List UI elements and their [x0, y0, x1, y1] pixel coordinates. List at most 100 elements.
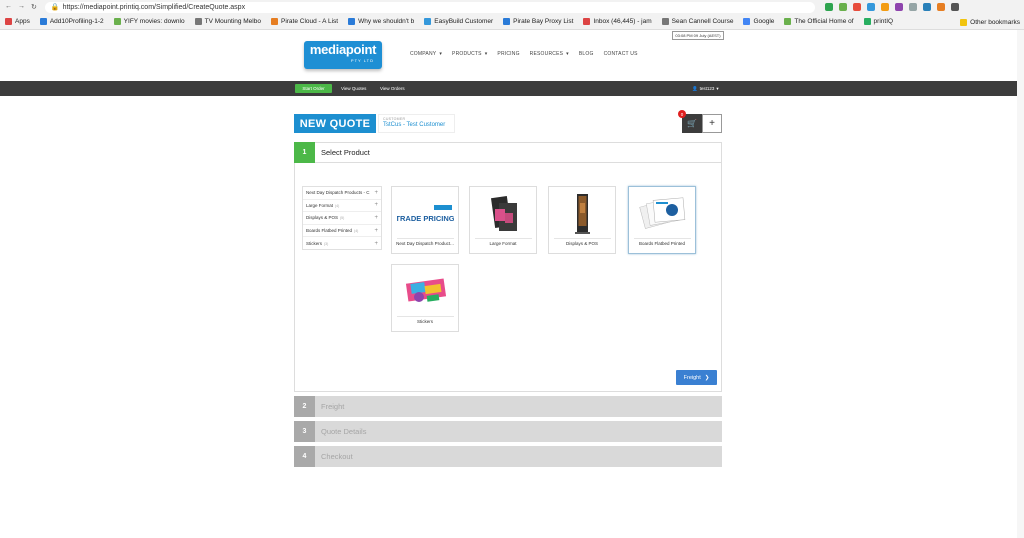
add-button[interactable]: + [702, 114, 722, 133]
bookmark-label: The Official Home of [794, 18, 854, 25]
category-item[interactable]: Boards Flatbed Printed (4) + [303, 225, 381, 238]
user-menu[interactable]: 👤 test123 ▾ [692, 84, 719, 93]
bookmark[interactable]: YIFY movies: downlo [109, 18, 190, 25]
step-number: 4 [294, 446, 315, 467]
product-thumbnail [397, 269, 454, 315]
page-scrollbar[interactable] [1017, 30, 1024, 538]
step-checkout[interactable]: 4 Checkout [294, 446, 722, 467]
plus-icon[interactable]: + [374, 241, 378, 247]
address-bar[interactable]: 🔒 https://mediapoint.printiq.com/Simplif… [44, 1, 815, 13]
bookmark-label: Pirate Bay Proxy List [513, 18, 574, 25]
reload-icon[interactable]: ↻ [31, 3, 37, 11]
step-number: 2 [294, 396, 315, 417]
apps-icon [5, 18, 12, 25]
step-quote-details[interactable]: 3 Quote Details [294, 421, 722, 442]
bookmark[interactable]: TV Mounting Melbo [190, 18, 266, 25]
start-order-button[interactable]: Start Order [295, 84, 332, 93]
product-card-displays-pos[interactable]: Displays & POS [548, 186, 616, 254]
extension-icon[interactable] [824, 3, 833, 11]
username: test123 [699, 86, 715, 91]
bookmark[interactable]: EasyBuild Customer [419, 18, 498, 25]
nav-products[interactable]: PRODUCTS ▾ [452, 51, 487, 57]
nav-blog[interactable]: BLOG [579, 51, 594, 57]
product-label: Large Format [489, 241, 517, 246]
category-item[interactable]: Large Format (4) + [303, 200, 381, 213]
bookmark[interactable]: Google [738, 18, 779, 25]
nav-resources[interactable]: RESOURCES ▾ [530, 51, 569, 57]
bookmark[interactable]: Add10Profiling-1-2 [35, 18, 109, 25]
chevron-down-icon: ▾ [439, 51, 443, 57]
step-freight[interactable]: 2 Freight [294, 396, 722, 417]
product-label: Boards Flatbed Printed [638, 241, 686, 246]
plus-icon[interactable]: + [374, 215, 378, 221]
extension-icon[interactable] [894, 3, 903, 11]
chevron-down-icon: ▾ [484, 51, 488, 57]
bookmark[interactable]: Pirate Bay Proxy List [498, 18, 578, 25]
chevron-right-icon: ❯ [704, 374, 710, 381]
product-card-large-format[interactable]: Large Format [469, 186, 537, 254]
bookmark[interactable]: Why we shouldn't b [343, 18, 419, 25]
freight-next-button[interactable]: Freight ❯ [676, 370, 717, 385]
extension-icon[interactable] [908, 3, 917, 11]
bookmark-label: Google [753, 18, 775, 25]
nav-pricing[interactable]: PRICING [497, 51, 519, 57]
cart-icon: 🛒 [687, 119, 697, 128]
step-title: Select Product [321, 148, 370, 157]
bookmark[interactable]: Inbox (46,445) - jam [578, 18, 656, 25]
step-title: Checkout [321, 452, 353, 461]
bookmark-icon [863, 18, 871, 25]
menu-icon[interactable] [950, 3, 959, 11]
extension-icon[interactable] [852, 3, 861, 11]
bookmark[interactable]: printIQ [859, 18, 899, 25]
step-number: 3 [294, 421, 315, 442]
bookmark-label: Why we shouldn't b [358, 18, 415, 25]
chevron-down-icon: ▾ [566, 51, 569, 57]
bookmark-icon [503, 18, 511, 25]
step-title: Freight [321, 402, 345, 411]
bookmark-label: Inbox (46,445) - jam [593, 18, 652, 25]
user-icon: 👤 [692, 85, 698, 91]
extension-icon[interactable] [936, 3, 945, 11]
product-card-next-day[interactable]: TRADE PRICING Next Day Dispatch Product.… [391, 186, 459, 254]
nav-company[interactable]: COMPANY ▾ [410, 51, 442, 57]
bookmark[interactable]: Apps [0, 18, 35, 25]
product-card-stickers[interactable]: Stickers [391, 264, 459, 332]
extension-icon[interactable] [880, 3, 889, 11]
plus-icon[interactable]: + [374, 228, 378, 234]
customer-label: CUSTOMER [383, 117, 406, 121]
svg-text:TRADE PRICING: TRADE PRICING [397, 214, 454, 223]
freight-button-label: Freight [683, 374, 701, 381]
category-item[interactable]: Next Day Dispatch Products - C + [303, 187, 381, 200]
other-bookmarks-label: Other bookmarks [970, 18, 1020, 26]
bookmark[interactable]: Pirate Cloud - A List [266, 18, 343, 25]
product-card-boards-flatbed[interactable]: Boards Flatbed Printed [628, 186, 696, 254]
logo-main-text: mediapoint [309, 42, 377, 57]
extension-icon[interactable] [866, 3, 875, 11]
bookmark-label: EasyBuild Customer [434, 18, 494, 25]
category-item[interactable]: Stickers (3) + [303, 237, 381, 250]
plus-icon[interactable]: + [374, 202, 378, 208]
product-thumbnail: TRADE PRICING [397, 191, 454, 237]
cart-button[interactable]: 🛒 [682, 114, 702, 133]
cart-count-badge: 0 [678, 110, 686, 118]
view-quotes-link[interactable]: View Quotes [341, 84, 366, 93]
nav-contact[interactable]: CONTACT US [604, 51, 638, 57]
bookmark[interactable]: Sean Cannell Course [657, 18, 739, 25]
view-orders-link[interactable]: View Orders [380, 84, 405, 93]
bookmark[interactable]: The Official Home of [779, 18, 858, 25]
bookmark-label: Add10Profiling-1-2 [49, 18, 104, 25]
plus-icon[interactable]: + [374, 190, 378, 196]
site-logo[interactable]: mediapoint PTY LTD [304, 41, 382, 69]
category-item[interactable]: Displays & POS (5) + [303, 212, 381, 225]
customer-box[interactable]: CUSTOMER TstCus - Test Customer [378, 114, 455, 133]
bookmark-icon [784, 18, 792, 25]
customer-name: TstCus - Test Customer [383, 122, 446, 128]
extension-icon[interactable] [922, 3, 931, 11]
forward-icon[interactable]: → [18, 3, 25, 11]
logo-sub-text: PTY LTD [350, 58, 374, 63]
page-icon [194, 18, 202, 25]
other-bookmarks[interactable]: Other bookmarks [960, 14, 1020, 29]
back-icon[interactable]: ← [5, 3, 12, 11]
extension-icon[interactable] [838, 3, 847, 11]
step-select-product[interactable]: 1 Select Product [294, 141, 722, 163]
